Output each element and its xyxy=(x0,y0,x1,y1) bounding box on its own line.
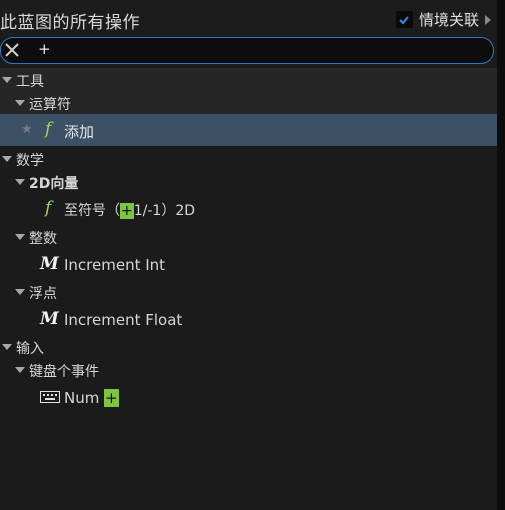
action-num-plus[interactable]: Num + xyxy=(0,385,497,411)
menu-title: 此蓝图的所有操作 xyxy=(0,13,140,33)
category-input[interactable]: 输入 xyxy=(0,335,497,359)
action-sign-2d[interactable]: f 至符号（+1/-1）2D xyxy=(0,196,497,222)
function-icon: f xyxy=(45,198,52,218)
search-highlight: + xyxy=(104,389,119,407)
label-prefix: Num xyxy=(64,389,105,407)
expand-arrow-icon[interactable] xyxy=(2,156,12,162)
function-icon: f xyxy=(45,119,52,139)
context-checkbox[interactable] xyxy=(395,11,413,28)
action-label: Increment Float xyxy=(64,311,183,329)
clear-icon[interactable] xyxy=(4,42,20,58)
category-label: 2D向量 xyxy=(29,176,79,192)
action-label: Increment Int xyxy=(64,256,166,274)
search-input[interactable]: + xyxy=(38,40,51,58)
chevron-right-icon[interactable] xyxy=(485,14,491,25)
action-label: Num + xyxy=(64,389,119,407)
category-keyboard-events[interactable]: 键盘个事件 xyxy=(0,358,497,382)
action-label: 至符号（+1/-1）2D xyxy=(64,200,195,220)
action-menu-panel: 此蓝图的所有操作 情境关联 + 工具 运算符 ★ f 添加 数学 2D向量 f … xyxy=(0,0,497,510)
keyboard-icon xyxy=(40,391,60,403)
action-label: 添加 xyxy=(64,123,95,141)
expand-arrow-icon[interactable] xyxy=(15,100,25,106)
expand-arrow-icon[interactable] xyxy=(15,367,25,373)
category-label: 工具 xyxy=(16,74,44,90)
scrollbar-track[interactable] xyxy=(497,0,505,510)
macro-icon: M xyxy=(40,254,59,274)
category-tools[interactable]: 工具 xyxy=(0,68,497,92)
expand-arrow-icon[interactable] xyxy=(15,234,25,240)
category-label: 输入 xyxy=(16,341,44,357)
expand-arrow-icon[interactable] xyxy=(2,344,12,350)
search-highlight: + xyxy=(120,203,134,219)
category-label: 数学 xyxy=(16,153,44,169)
category-label: 浮点 xyxy=(29,286,57,302)
action-increment-float[interactable]: M Increment Float xyxy=(0,307,497,333)
category-integer[interactable]: 整数 xyxy=(0,225,497,249)
category-operators[interactable]: 运算符 xyxy=(0,91,497,115)
expand-arrow-icon[interactable] xyxy=(15,179,25,185)
category-float[interactable]: 浮点 xyxy=(0,280,497,304)
expand-arrow-icon[interactable] xyxy=(2,77,12,83)
expand-arrow-icon[interactable] xyxy=(15,289,25,295)
favorite-star-icon[interactable]: ★ xyxy=(21,122,33,137)
category-label: 键盘个事件 xyxy=(29,364,99,380)
checkmark-icon xyxy=(399,15,410,24)
action-increment-int[interactable]: M Increment Int xyxy=(0,252,497,278)
macro-icon: M xyxy=(40,309,59,329)
label-suffix: 1/-1）2D xyxy=(133,203,196,219)
category-label: 运算符 xyxy=(29,97,71,113)
context-label: 情境关联 xyxy=(418,11,479,29)
context-sensitive-toggle[interactable]: 情境关联 xyxy=(395,9,491,30)
category-math[interactable]: 数学 xyxy=(0,147,497,171)
label-prefix: 至符号（ xyxy=(64,203,120,219)
action-add[interactable]: ★ f 添加 xyxy=(0,114,497,146)
category-vector2d[interactable]: 2D向量 xyxy=(0,170,497,194)
search-box[interactable]: + xyxy=(0,37,494,64)
category-label: 整数 xyxy=(29,231,57,247)
menu-header: 此蓝图的所有操作 情境关联 xyxy=(0,0,497,36)
